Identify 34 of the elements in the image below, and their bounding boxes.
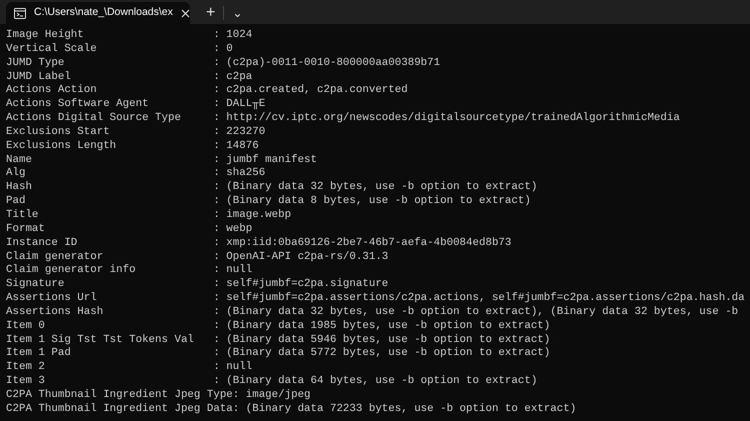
terminal-line: Exclusions Length : 14876: [6, 140, 259, 154]
new-tab-button[interactable]: +: [198, 2, 224, 24]
terminal-line: Claim generator info : null: [6, 264, 252, 278]
terminal-line: Signature : self#jumbf=c2pa.signature: [6, 278, 388, 292]
terminal-icon: [14, 8, 26, 18]
terminal-line: C2PA Thumbnail Ingredient Jpeg Data: (Binary data 72233 bytes, use -b option to extract): [6, 402, 576, 417]
terminal-line: JUMD Label : c2pa: [6, 70, 252, 84]
terminal-line: Item 1 Pad : (Binary data 5772 bytes, use -b option to extract): [6, 347, 550, 361]
terminal-line: Instance ID : xmp:iid:0ba69126-2be7-46b7-aefa-4b0084ed8b73: [6, 236, 512, 250]
terminal-line: Item 2 : null: [6, 361, 252, 375]
terminal-line: Hash : (Binary data 32 bytes, use -b option to extract): [6, 181, 538, 195]
terminal-line: Exclusions Start : 223270: [6, 126, 266, 140]
terminal-line: Pad : (Binary data 8 bytes, use -b option to extract): [6, 195, 531, 209]
terminal-tab[interactable]: C:\Users\nate_\Downloads\ex: [6, 2, 190, 24]
terminal-line: Name : jumbf manifest: [6, 154, 318, 167]
terminal-line: Item 3 : (Binary data 64 bytes, use -b option to extract): [6, 375, 538, 389]
tab-title: C:\Users\nate_\Downloads\ex: [34, 5, 173, 20]
terminal-line: Vertical Scale : 0: [6, 42, 233, 57]
dropdown-button[interactable]: ⌄: [224, 2, 250, 24]
terminal-line: Assertions Hash : (Binary data 32 bytes, use -b option to extract), (Binary data 32 bytes, use -b: [6, 306, 738, 320]
terminal-line: Claim generator : OpenAI-API c2pa-rs/0.31.3: [6, 250, 388, 264]
terminal-line: C2PA Thumbnail Ingredient Jpeg Type: image/jpeg: [6, 388, 311, 403]
terminal-line: Format : webp: [6, 222, 252, 237]
terminal-line: Actions Action : c2pa.created, c2pa.converted: [6, 84, 408, 98]
terminal-line: Title : image.webp: [6, 208, 292, 223]
terminal-line: Image Height : 1024: [6, 29, 252, 43]
terminal-line: JUMD Type : (c2pa)-0011-0010-800000aa00389b71: [6, 56, 440, 71]
terminal-line: Assertions Url : self#jumbf=c2pa.assertions/c2pa.actions, self#jumbf=c2pa.assertions/c2pa.hash.da: [6, 292, 745, 306]
terminal-line: Item 1 Sig Tst Tst Tokens Val : (Binary data 5946 bytes, use -b option to extract): [6, 334, 550, 347]
terminal-line: Alg : sha256: [6, 167, 266, 181]
terminal-line: Actions Software Agent : DALL╥E: [6, 98, 266, 112]
close-icon[interactable]: [180, 8, 190, 18]
terminal-line: Item 0 : (Binary data 1985 bytes, use -b option to extract): [6, 320, 550, 334]
terminal-line: Actions Digital Source Type : http://cv.iptc.org/newscodes/digitalsourcetype/trainedAlgorithmicMedia: [6, 112, 680, 126]
